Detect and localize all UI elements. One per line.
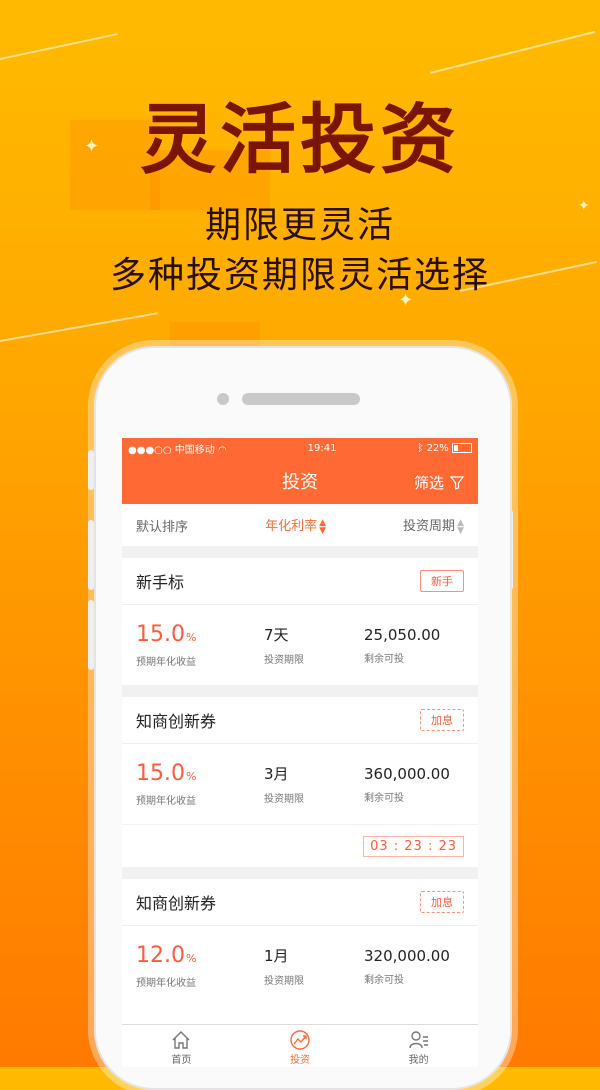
sort-arrows-icon: ▲ ▼ — [319, 517, 326, 536]
phone-camera — [217, 393, 229, 405]
status-right: ᛒ 22% — [417, 442, 472, 454]
period-value: 1月 — [264, 947, 289, 965]
product-tag: 加息 — [420, 891, 464, 913]
product-card[interactable]: 知商创新券 加息 15.0% 预期年化收益 3月 投资期限 360,000.00… — [122, 697, 478, 867]
card-header: 知商创新券 加息 — [122, 697, 478, 744]
promo-subline-2: 多种投资期限灵活选择 — [109, 255, 490, 296]
product-title: 知商创新券 — [136, 894, 217, 913]
period-value: 3月 — [264, 765, 289, 783]
section-divider — [122, 546, 478, 558]
sort-rate[interactable]: 年化利率 ▲ ▼ — [265, 515, 326, 535]
period-column: 7天 投资期限 — [264, 624, 364, 666]
product-title: 知商创新券 — [136, 712, 217, 731]
rate-label: 预期年化收益 — [136, 978, 196, 989]
period-label: 投资期限 — [264, 794, 304, 805]
page-title: 投资 — [282, 472, 318, 493]
countdown-timer: 03 : 23 : 23 — [363, 835, 464, 857]
app-screen: ●●●○○ 中国移动 ◠ 19:41 ᛒ 22% 投资 筛选 默认排序 年化利率… — [122, 438, 478, 1067]
user-icon — [408, 1031, 428, 1049]
filter-button[interactable]: 筛选 — [414, 472, 464, 493]
sort-period[interactable]: 投资周期 ▲ ▼ — [403, 515, 464, 535]
filter-label: 筛选 — [413, 474, 444, 492]
light-streak — [0, 33, 118, 60]
light-streak — [0, 312, 158, 342]
filter-icon — [450, 475, 464, 490]
remaining-column: 320,000.00 剩余可投 — [364, 947, 450, 986]
rate-label: 预期年化收益 — [136, 796, 196, 807]
rate-label: 预期年化收益 — [136, 657, 196, 668]
period-label: 投资期限 — [264, 976, 304, 987]
rate-column: 15.0% 预期年化收益 — [136, 622, 264, 668]
sort-bar: 默认排序 年化利率 ▲ ▼ 投资周期 ▲ ▼ — [122, 504, 478, 546]
rate-value: 12.0% — [136, 943, 197, 968]
tab-mine-label: 我的 — [408, 1055, 429, 1066]
product-tag: 加息 — [420, 709, 464, 731]
remaining-value: 320,000.00 — [364, 946, 450, 965]
rate-value: 15.0% — [136, 761, 197, 786]
tab-home[interactable]: 首页 — [122, 1025, 241, 1067]
rate-column: 15.0% 预期年化收益 — [136, 761, 264, 807]
card-body: 12.0% 预期年化收益 1月 投资期限 320,000.00 剩余可投 — [122, 926, 478, 1006]
period-column: 1月 投资期限 — [264, 945, 364, 987]
period-column: 3月 投资期限 — [264, 763, 364, 805]
status-bar: ●●●○○ 中国移动 ◠ 19:41 ᛒ 22% — [122, 438, 478, 458]
remaining-label: 剩余可投 — [364, 974, 404, 986]
tab-invest[interactable]: 投资 — [241, 1025, 360, 1067]
rate-column: 12.0% 预期年化收益 — [136, 943, 264, 989]
section-divider — [122, 867, 478, 879]
period-label: 投资期限 — [264, 655, 304, 666]
card-body: 15.0% 预期年化收益 7天 投资期限 25,050.00 剩余可投 — [122, 605, 478, 685]
remaining-column: 25,050.00 剩余可投 — [364, 626, 440, 665]
remaining-column: 360,000.00 剩余可投 — [364, 765, 450, 804]
sort-arrows-icon: ▲ ▼ — [457, 517, 464, 536]
product-title: 新手标 — [136, 573, 185, 592]
bluetooth-icon: ᛒ — [417, 442, 424, 454]
battery-icon — [451, 442, 472, 453]
rate-value: 15.0% — [136, 622, 197, 647]
remaining-label: 剩余可投 — [364, 653, 404, 665]
tab-mine[interactable]: 我的 — [359, 1025, 478, 1067]
remaining-label: 剩余可投 — [364, 792, 404, 804]
phone-speaker — [242, 393, 360, 405]
product-card[interactable]: 知商创新券 加息 12.0% 预期年化收益 1月 投资期限 320,000.00… — [122, 879, 478, 1006]
remaining-value: 360,000.00 — [364, 764, 450, 783]
tab-invest-label: 投资 — [290, 1055, 310, 1066]
remaining-value: 25,050.00 — [364, 625, 441, 644]
card-body: 15.0% 预期年化收益 3月 投资期限 360,000.00 剩余可投 — [122, 744, 478, 824]
nav-bar: 投资 筛选 — [122, 458, 478, 504]
invest-trend-icon — [290, 1030, 310, 1050]
battery-percent: 22% — [426, 442, 449, 454]
light-streak — [429, 30, 596, 74]
card-header: 新手标 新手 — [122, 558, 478, 605]
product-card[interactable]: 新手标 新手 15.0% 预期年化收益 7天 投资期限 25,050.00 剩余… — [122, 558, 478, 685]
carrier-signal: ●●●○○ 中国移动 ◠ — [128, 444, 227, 456]
countdown-row: 03 : 23 : 23 — [122, 824, 478, 867]
period-value: 7天 — [264, 626, 289, 644]
promo-subline-1: 期限更灵活 — [204, 205, 395, 246]
promo-headline: 灵活投资 — [140, 95, 460, 184]
card-header: 知商创新券 加息 — [122, 879, 478, 926]
tab-bar: 首页 投资 我的 — [122, 1024, 478, 1067]
wifi-icon: ◠ — [218, 444, 227, 456]
status-time: 19:41 — [307, 442, 337, 454]
tab-home-label: 首页 — [171, 1055, 192, 1066]
section-divider — [122, 685, 478, 697]
sort-default[interactable]: 默认排序 — [136, 516, 188, 535]
product-tag: 新手 — [420, 570, 464, 592]
home-icon — [172, 1031, 190, 1049]
